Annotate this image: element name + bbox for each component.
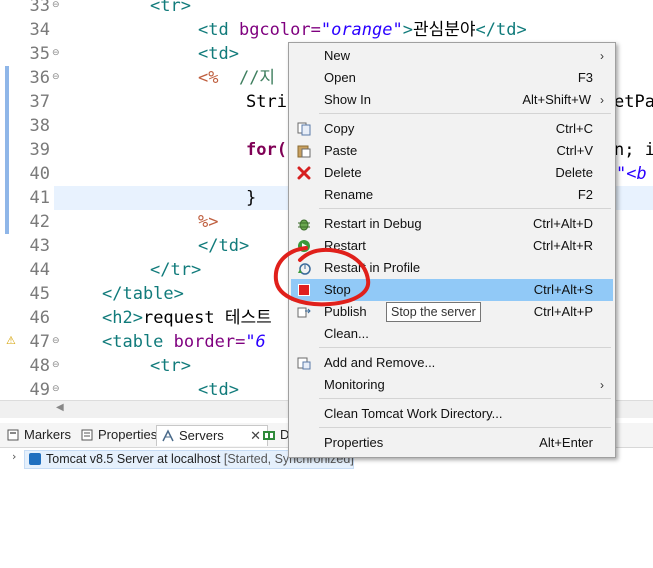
menu-item-rename[interactable]: Rename F2: [291, 184, 613, 206]
code-line: }: [246, 188, 257, 208]
code-line: </tr>: [150, 260, 202, 280]
menu-item-properties[interactable]: Properties Alt+Enter: [291, 432, 613, 454]
red-circle-annotation: [273, 246, 371, 307]
line-number-gutter: 33 ⊖ 34 35 ⊖ 36 ⊖ 37 38 39 40 41 42 43 4…: [6, 0, 60, 400]
data-source-icon: [263, 431, 275, 440]
line-number: 33: [29, 0, 50, 16]
code-line: <table border="6: [102, 332, 266, 352]
code-line-fragment: n; i: [614, 140, 653, 160]
menu-separator: [319, 427, 611, 428]
fold-icon[interactable]: ⊖: [52, 354, 60, 378]
paste-icon: [297, 145, 311, 158]
code-line: %>: [198, 212, 219, 232]
code-line: Stri: [246, 92, 287, 112]
menu-item-show-in[interactable]: Show In Alt+Shift+W ›: [291, 89, 613, 111]
line-number: 41: [29, 188, 50, 208]
code-line-fragment: "<b: [616, 164, 647, 184]
code-line: <tr>: [150, 356, 191, 376]
tooltip: Stop the server: [386, 302, 481, 322]
add-remove-icon: [297, 357, 311, 370]
code-line: <td>: [198, 380, 239, 400]
line-number: 49: [29, 380, 50, 400]
menu-item-paste[interactable]: Paste Ctrl+V: [291, 140, 613, 162]
menu-item-restart-in-debug[interactable]: Restart in Debug Ctrl+Alt+D: [291, 213, 613, 235]
copy-icon: [297, 122, 311, 136]
fold-icon[interactable]: ⊖: [52, 378, 60, 400]
properties-icon: [81, 429, 93, 441]
tab-servers[interactable]: Servers ✕: [156, 425, 268, 446]
line-number: 35: [29, 44, 50, 64]
servers-view: › Tomcat v8.5 Server at localhost [Start…: [0, 448, 653, 568]
line-number: 46: [29, 308, 50, 328]
line-number: 42: [29, 212, 50, 232]
servers-icon: [162, 429, 174, 442]
line-number: 36: [29, 68, 50, 88]
menu-item-add-and-remove[interactable]: Add and Remove...: [291, 352, 613, 374]
line-number: 38: [29, 116, 50, 136]
line-number: 45: [29, 284, 50, 304]
menu-separator: [319, 208, 611, 209]
tab-properties[interactable]: Properties: [76, 425, 157, 445]
delete-icon: [297, 166, 311, 180]
scroll-left-icon[interactable]: ◀: [56, 402, 64, 413]
line-number: 40: [29, 164, 50, 184]
menu-item-delete[interactable]: Delete Delete: [291, 162, 613, 184]
line-number: 37: [29, 92, 50, 112]
menu-item-open[interactable]: Open F3: [291, 67, 613, 89]
debug-icon: [298, 219, 310, 231]
code-line: <td>: [198, 44, 239, 64]
chevron-right-icon[interactable]: ›: [12, 450, 16, 463]
line-number: 39: [29, 140, 50, 160]
menu-item-monitoring[interactable]: Monitoring ›: [291, 374, 613, 396]
code-line: <% //지: [198, 68, 276, 88]
tab-markers[interactable]: Markers: [2, 425, 76, 445]
fold-icon[interactable]: ⊖: [52, 42, 60, 66]
line-number: 48: [29, 356, 50, 376]
menu-item-clean-tomcat-work-directory[interactable]: Clean Tomcat Work Directory...: [291, 403, 613, 425]
menu-separator: [319, 398, 611, 399]
chevron-right-icon: ›: [600, 378, 604, 392]
menu-item-copy[interactable]: Copy Ctrl+C: [291, 118, 613, 140]
code-line-fragment: etPa: [614, 92, 653, 112]
code-line: <td bgcolor="orange">관심분야</td>: [198, 20, 527, 40]
fold-icon[interactable]: ⊖: [52, 66, 60, 90]
menu-separator: [319, 347, 611, 348]
line-number: 43: [29, 236, 50, 256]
chevron-right-icon: ›: [600, 93, 604, 107]
markers-icon: [7, 429, 19, 441]
code-line: <h2>request 테스트: [102, 308, 272, 328]
fold-icon[interactable]: ⊖: [52, 0, 60, 18]
warning-icon: ⚠: [6, 334, 16, 347]
code-line: <tr>: [150, 0, 191, 16]
code-line: for(: [246, 140, 287, 160]
code-line: </td>: [198, 236, 250, 256]
tomcat-server-icon: [29, 453, 41, 465]
menu-separator: [319, 113, 611, 114]
menu-item-new[interactable]: New ›: [291, 45, 613, 67]
code-line: </table>: [102, 284, 184, 304]
fold-icon[interactable]: ⊖: [52, 330, 60, 354]
line-number: 44: [29, 260, 50, 280]
chevron-right-icon: ›: [600, 49, 604, 63]
menu-item-clean[interactable]: Clean...: [291, 323, 613, 345]
line-number: 34: [29, 20, 50, 40]
